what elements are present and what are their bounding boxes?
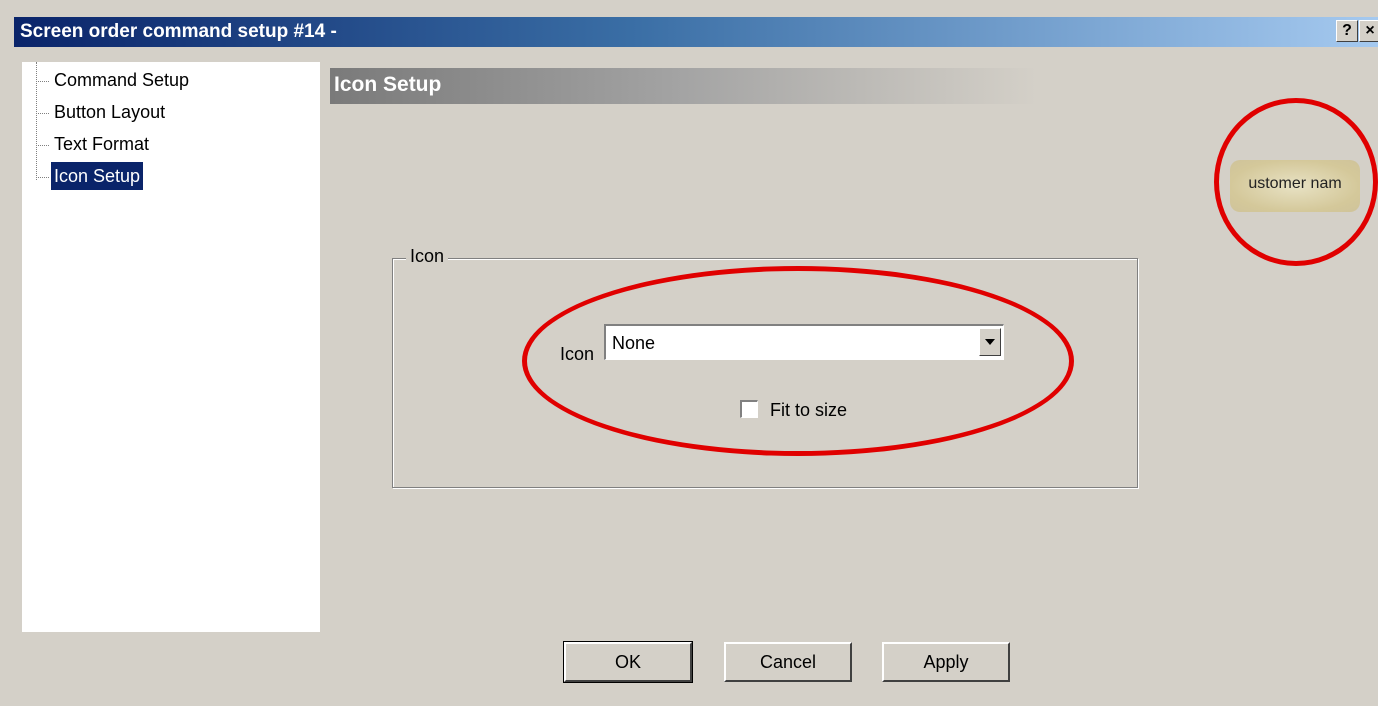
- tree-branch: [36, 80, 49, 82]
- chevron-down-icon[interactable]: [979, 328, 1001, 356]
- tree-branch: [36, 144, 49, 146]
- section-title: Icon Setup: [334, 73, 442, 96]
- tree-item-command-setup[interactable]: Command Setup: [36, 66, 192, 94]
- fit-to-size-checkbox[interactable]: [740, 400, 758, 418]
- tree-item-button-layout[interactable]: Button Layout: [36, 98, 168, 126]
- close-button[interactable]: ×: [1359, 20, 1378, 42]
- title-bar[interactable]: Screen order command setup #14 - ? ×: [14, 17, 1378, 47]
- tree-item-text-format[interactable]: Text Format: [36, 130, 152, 158]
- tree-item-label: Button Layout: [54, 102, 166, 122]
- button-preview: ustomer nam: [1230, 160, 1360, 212]
- dialog-window: Screen order command setup #14 - ? × Com…: [0, 0, 1378, 706]
- tree-branch: [36, 176, 49, 178]
- icon-select[interactable]: None: [604, 324, 1004, 360]
- tree-item-icon-setup[interactable]: Icon Setup: [36, 162, 144, 190]
- window-title: Screen order command setup #14 -: [20, 21, 337, 42]
- tree-item-label: Command Setup: [54, 70, 190, 90]
- navigation-tree: Command Setup Button Layout Text Format …: [22, 62, 320, 632]
- tree-item-label: Icon Setup: [51, 162, 144, 190]
- help-button[interactable]: ?: [1336, 20, 1358, 42]
- icon-field-label: Icon: [560, 344, 595, 364]
- icon-group-legend: Icon: [406, 246, 449, 267]
- preview-text: ustomer nam: [1248, 175, 1342, 192]
- section-header: Icon Setup: [330, 68, 1038, 104]
- tree-item-label: Text Format: [54, 134, 150, 154]
- tree-branch: [36, 112, 49, 114]
- icon-groupbox: [392, 258, 1138, 488]
- fit-to-size-label[interactable]: Fit to size: [770, 400, 847, 421]
- apply-button[interactable]: Apply: [882, 642, 1010, 682]
- ok-button[interactable]: OK: [563, 641, 693, 683]
- icon-select-value: None: [612, 333, 656, 353]
- cancel-button[interactable]: Cancel: [724, 642, 852, 682]
